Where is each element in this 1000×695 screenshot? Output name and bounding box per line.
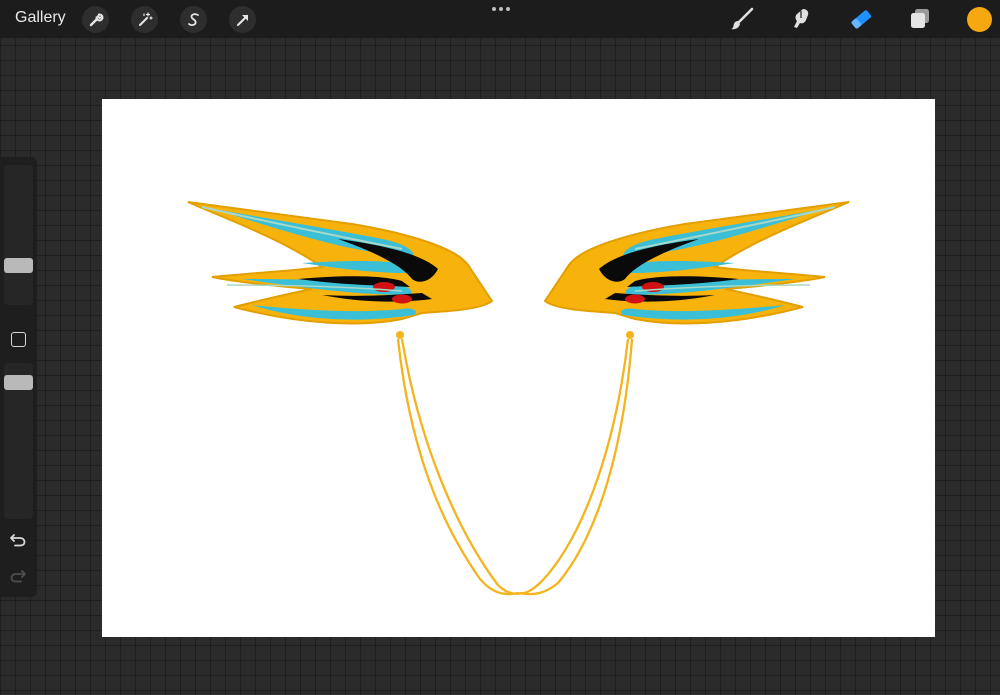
arrow-cursor-icon <box>236 14 248 26</box>
brush-tool[interactable] <box>728 5 756 33</box>
color-swatch[interactable] <box>967 7 992 32</box>
adjustments-button[interactable] <box>131 6 158 33</box>
undo-icon[interactable] <box>9 531 27 549</box>
eraser-tool[interactable] <box>847 5 875 33</box>
wrench-icon <box>89 12 103 26</box>
more-dots-icon[interactable] <box>489 3 513 15</box>
redo-icon[interactable] <box>9 567 27 585</box>
actions-button[interactable] <box>82 6 109 33</box>
smudge-tool[interactable] <box>788 5 816 33</box>
gallery-button[interactable]: Gallery <box>15 9 66 27</box>
top-toolbar: Gallery <box>0 0 1000 38</box>
wings-artwork <box>187 201 850 596</box>
selection-button[interactable] <box>180 6 207 33</box>
selection-s-icon <box>187 12 199 26</box>
left-wing <box>187 201 494 325</box>
magic-wand-icon <box>138 11 153 26</box>
smudge-icon <box>794 9 809 28</box>
left-sidebar <box>0 157 37 597</box>
right-wing <box>544 201 850 325</box>
opacity-thumb[interactable] <box>4 375 33 390</box>
layers-button[interactable] <box>906 5 934 33</box>
modify-button[interactable] <box>11 332 26 347</box>
layers-icon <box>911 9 929 28</box>
brush-size-slider[interactable] <box>4 165 33 305</box>
brush-icon <box>731 7 754 30</box>
brush-size-thumb[interactable] <box>4 258 33 273</box>
drawing-canvas[interactable] <box>102 99 935 637</box>
transform-button[interactable] <box>229 6 256 33</box>
eraser-icon <box>851 10 872 29</box>
